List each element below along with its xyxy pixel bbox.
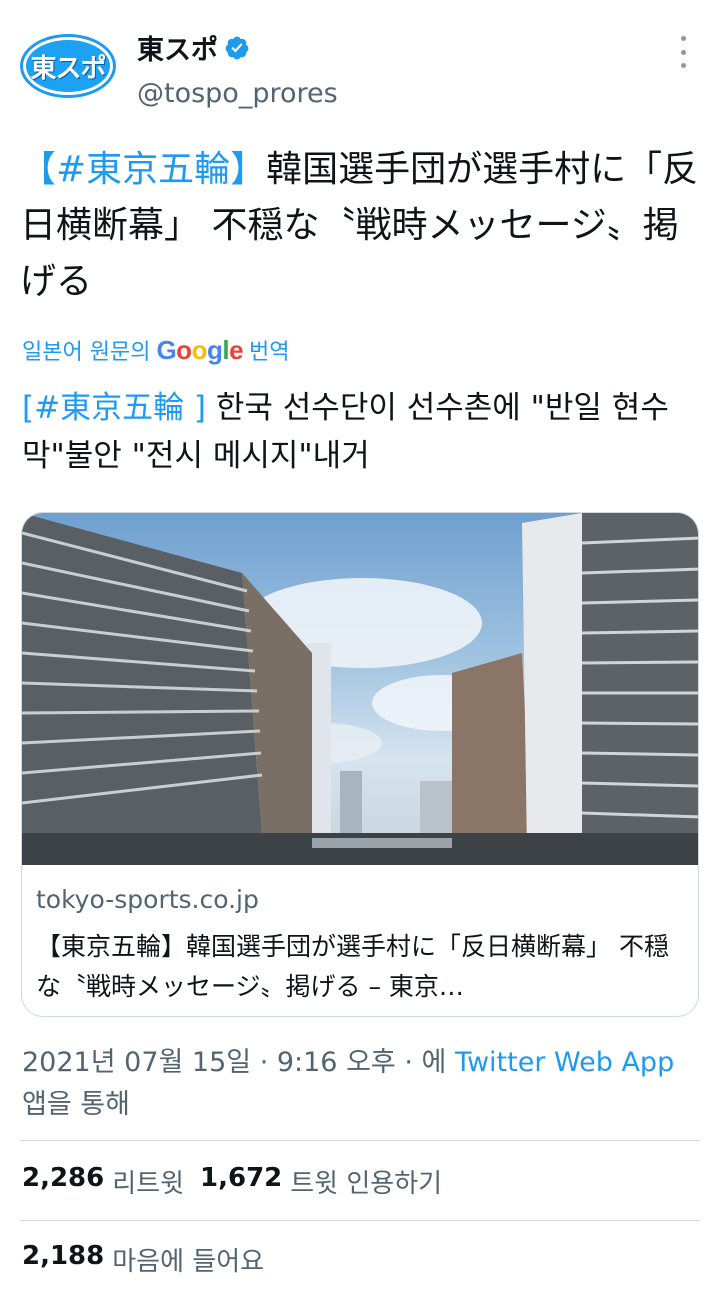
avatar[interactable]: 東スポ bbox=[20, 34, 116, 98]
avatar-logo: 東スポ bbox=[26, 40, 110, 92]
retweets-stat[interactable]: 2,286 리트윗 bbox=[22, 1163, 184, 1200]
tweet-timestamp: 2021년 07월 15일 · 9:16 오후 · 에 Twitter Web … bbox=[22, 1042, 702, 1126]
source-via-text: 앱을 통해 bbox=[22, 1089, 130, 1120]
retweets-count: 2,286 bbox=[22, 1163, 105, 1193]
verified-badge-icon bbox=[225, 36, 249, 59]
quotes-stat[interactable]: 1,672 트윗 인용하기 bbox=[200, 1163, 442, 1200]
translation-prefix: 일본어 원문의 bbox=[22, 340, 151, 365]
translation-suffix: 번역 bbox=[249, 340, 290, 365]
avatar-logo-text: 東スポ bbox=[30, 53, 106, 84]
author-handle[interactable]: @tospo_prores bbox=[137, 78, 338, 109]
card-domain: tokyo-sports.co.jp bbox=[36, 885, 259, 914]
author-name-text: 東スポ bbox=[137, 35, 218, 66]
source-app-link[interactable]: Twitter Web App bbox=[455, 1047, 674, 1078]
tweet-text: 【#東京五輪】韓国選手団が選手村に「反日横断幕」 不穏な〝戦時メッセージ〟掲げる bbox=[20, 142, 700, 310]
google-logo-icon: Google bbox=[156, 334, 244, 365]
likes-count: 2,188 bbox=[22, 1241, 105, 1271]
quotes-count: 1,672 bbox=[200, 1163, 283, 1193]
tweet-hashtag-link[interactable]: 【#東京五輪】 bbox=[20, 149, 266, 190]
card-image bbox=[22, 513, 698, 865]
athletes-village-photo bbox=[22, 513, 698, 865]
author-display-name[interactable]: 東スポ bbox=[137, 28, 250, 67]
translation-attribution[interactable]: 일본어 원문의 Google 번역 bbox=[22, 334, 290, 366]
card-title: 【東京五輪】韓国選手団が選手村に「反日横断幕」 不穏な〝戦時メッセージ〟掲げる … bbox=[36, 932, 669, 1001]
divider bbox=[20, 1140, 700, 1141]
translated-text: [#東京五輪 ] 한국 선수단이 선수촌에 "반일 현수막"불안 "전시 메시지… bbox=[22, 384, 702, 480]
likes-label: 마음에 들어요 bbox=[112, 1247, 265, 1277]
divider bbox=[20, 1220, 700, 1221]
stats-row-retweets: 2,286 리트윗 1,672 트윗 인용하기 bbox=[22, 1163, 442, 1200]
more-options-icon[interactable] bbox=[672, 36, 694, 68]
translated-hashtag-link[interactable]: [#東京五輪 ] bbox=[22, 390, 206, 426]
stats-row-likes: 2,188 마음에 들어요 bbox=[22, 1241, 264, 1278]
link-preview-card[interactable]: tokyo-sports.co.jp 【東京五輪】韓国選手団が選手村に「反日横断… bbox=[21, 512, 699, 1017]
timestamp-text[interactable]: 2021년 07월 15일 · 9:16 오후 · 에 bbox=[22, 1047, 455, 1078]
retweets-label: 리트윗 bbox=[112, 1169, 185, 1199]
quotes-label: 트윗 인용하기 bbox=[290, 1169, 443, 1199]
likes-stat[interactable]: 2,188 마음에 들어요 bbox=[22, 1241, 264, 1278]
